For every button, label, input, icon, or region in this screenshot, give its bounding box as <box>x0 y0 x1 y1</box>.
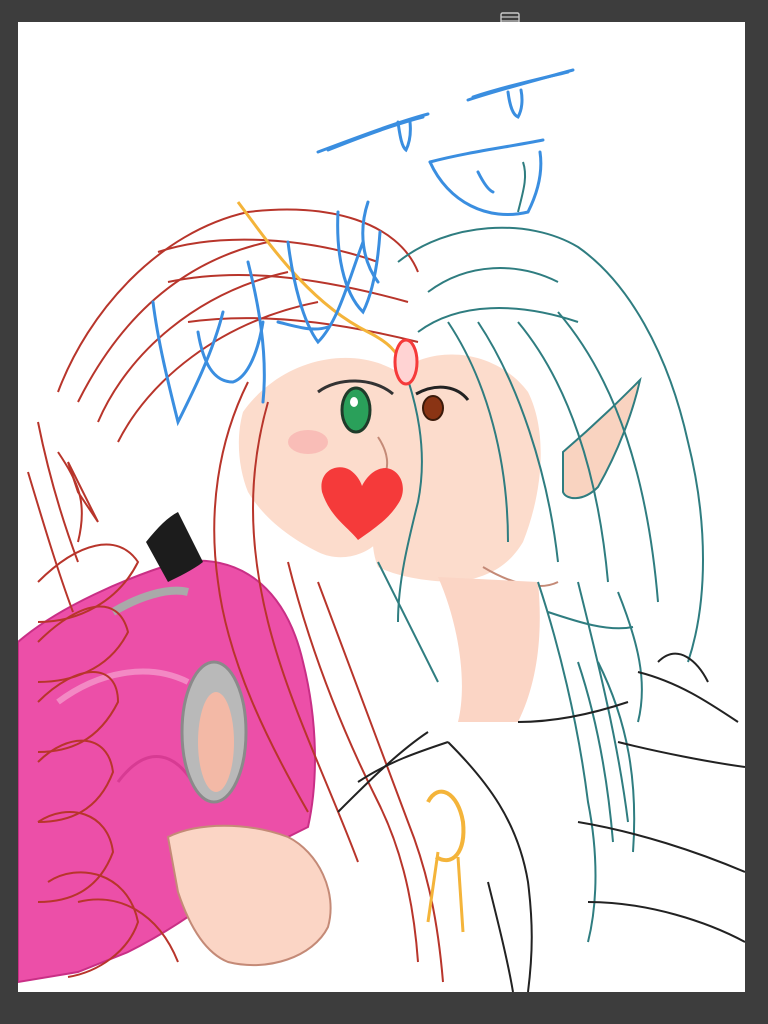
drawing-app <box>0 0 768 1024</box>
boy-face <box>372 354 559 722</box>
boy-clothing-lineart <box>337 652 745 992</box>
bottom-bar <box>0 992 768 1024</box>
right-gutter <box>745 22 768 992</box>
left-gutter <box>0 22 18 992</box>
drawing-canvas[interactable] <box>18 22 745 992</box>
elf-ear <box>562 376 642 500</box>
artwork <box>18 68 745 992</box>
top-bar <box>0 0 768 26</box>
hand <box>166 824 332 966</box>
silver-armband <box>180 660 248 804</box>
